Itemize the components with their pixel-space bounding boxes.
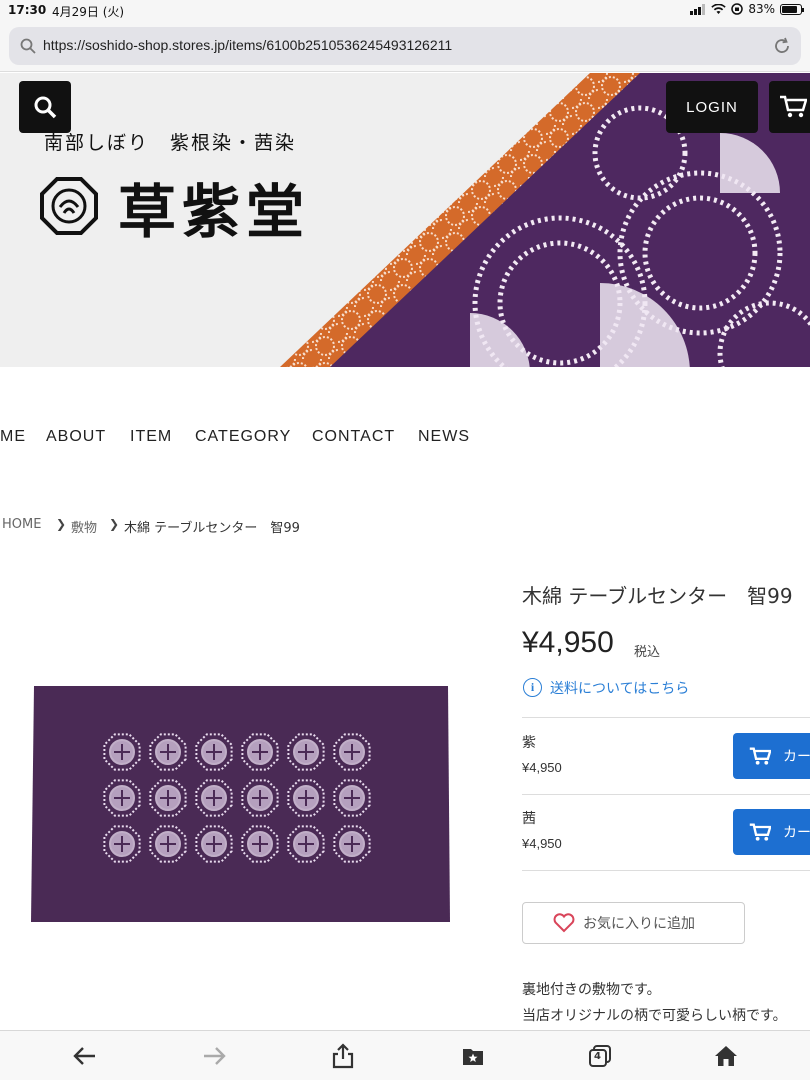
wifi-icon: [711, 3, 727, 14]
back-button[interactable]: [71, 1042, 99, 1070]
favorite-button[interactable]: お気に入りに追加: [522, 902, 745, 944]
arrow-left-icon: [73, 1047, 95, 1065]
home-icon: [715, 1046, 737, 1066]
shop-subtitle: 南部しぼり 紫根染・茜染: [44, 132, 297, 154]
nav-news[interactable]: NEWS: [418, 428, 470, 446]
chevron-right-icon: ❯: [56, 517, 67, 531]
breadcrumb-home[interactable]: HOME: [2, 517, 41, 532]
tabs-count: 4: [594, 1051, 601, 1062]
cart-icon: [749, 746, 771, 765]
cart-button[interactable]: [769, 81, 810, 133]
status-time: 17:30: [8, 3, 47, 17]
product-title: 木綿 テーブルセンター 智99: [522, 584, 793, 608]
info-icon: i: [523, 678, 542, 697]
url-text[interactable]: https://soshido-shop.stores.jp/items/610…: [43, 37, 452, 53]
shop-logo-icon: [40, 177, 98, 235]
search-icon: [34, 96, 57, 119]
cart-icon: [780, 95, 807, 118]
variant-price: ¥4,950: [522, 836, 562, 851]
nav-item[interactable]: ITEM: [130, 428, 172, 446]
battery-percent: 83%: [748, 2, 775, 16]
nav-category[interactable]: CATEGORY: [195, 428, 291, 446]
status-date: 4月29日 (火): [52, 5, 125, 19]
share-icon: [332, 1043, 354, 1069]
bookmark-star-icon: [463, 1049, 483, 1065]
search-icon: [20, 38, 36, 54]
favorite-label: お気に入りに追加: [583, 916, 695, 932]
breadcrumb-category[interactable]: 敷物: [71, 517, 97, 536]
status-indicators: 83%: [690, 2, 804, 16]
bookmarks-button[interactable]: [459, 1042, 487, 1070]
shop-name: 草紫堂: [118, 178, 311, 246]
nav-about[interactable]: ABOUT: [46, 428, 106, 446]
divider: [522, 794, 810, 795]
product-image[interactable]: [26, 672, 486, 960]
add-to-cart-button[interactable]: カー: [733, 733, 810, 779]
main-nav: ME ABOUT ITEM CATEGORY CONTACT NEWS: [0, 428, 810, 450]
add-to-cart-label: カー: [783, 749, 810, 765]
shipping-link[interactable]: 送料についてはこちら: [550, 678, 689, 698]
address-bar[interactable]: https://soshido-shop.stores.jp/items/610…: [9, 27, 801, 65]
login-button[interactable]: LOGIN: [666, 81, 758, 133]
variant-name: 紫: [522, 735, 536, 751]
arrow-right-icon: [204, 1047, 226, 1065]
nav-home[interactable]: ME: [0, 428, 26, 446]
status-bar: 17:30 4月29日 (火) 83%: [0, 0, 810, 22]
divider: [522, 717, 810, 718]
cart-icon: [749, 822, 771, 841]
heart-icon: [553, 913, 575, 933]
divider: [522, 870, 810, 871]
reload-icon[interactable]: [773, 37, 791, 55]
tax-label: 税込: [634, 645, 661, 660]
breadcrumb-current: 木綿 テーブルセンター 智99: [124, 521, 300, 536]
product-description-line: 当店オリジナルの柄で可愛らしい柄です。: [522, 1008, 787, 1024]
chevron-right-icon: ❯: [109, 517, 120, 531]
forward-button[interactable]: [200, 1042, 228, 1070]
add-to-cart-button[interactable]: カー: [733, 809, 810, 855]
search-button[interactable]: [19, 81, 71, 133]
orientation-lock-icon: [731, 3, 744, 15]
battery-icon: [780, 3, 804, 15]
home-button[interactable]: [712, 1042, 740, 1070]
variant-name: 茜: [522, 811, 536, 827]
product-price: ¥4,950: [522, 626, 614, 659]
add-to-cart-label: カー: [783, 825, 810, 841]
browser-toolbar: 4: [0, 1030, 810, 1080]
share-button[interactable]: [329, 1042, 357, 1070]
nav-contact[interactable]: CONTACT: [312, 428, 395, 446]
variant-price: ¥4,950: [522, 760, 562, 775]
signal-icon: [690, 3, 706, 15]
browser-chrome: https://soshido-shop.stores.jp/items/610…: [0, 22, 810, 72]
tabs-button[interactable]: 4: [586, 1042, 614, 1070]
product-description-line: 裏地付きの敷物です。: [522, 982, 661, 998]
